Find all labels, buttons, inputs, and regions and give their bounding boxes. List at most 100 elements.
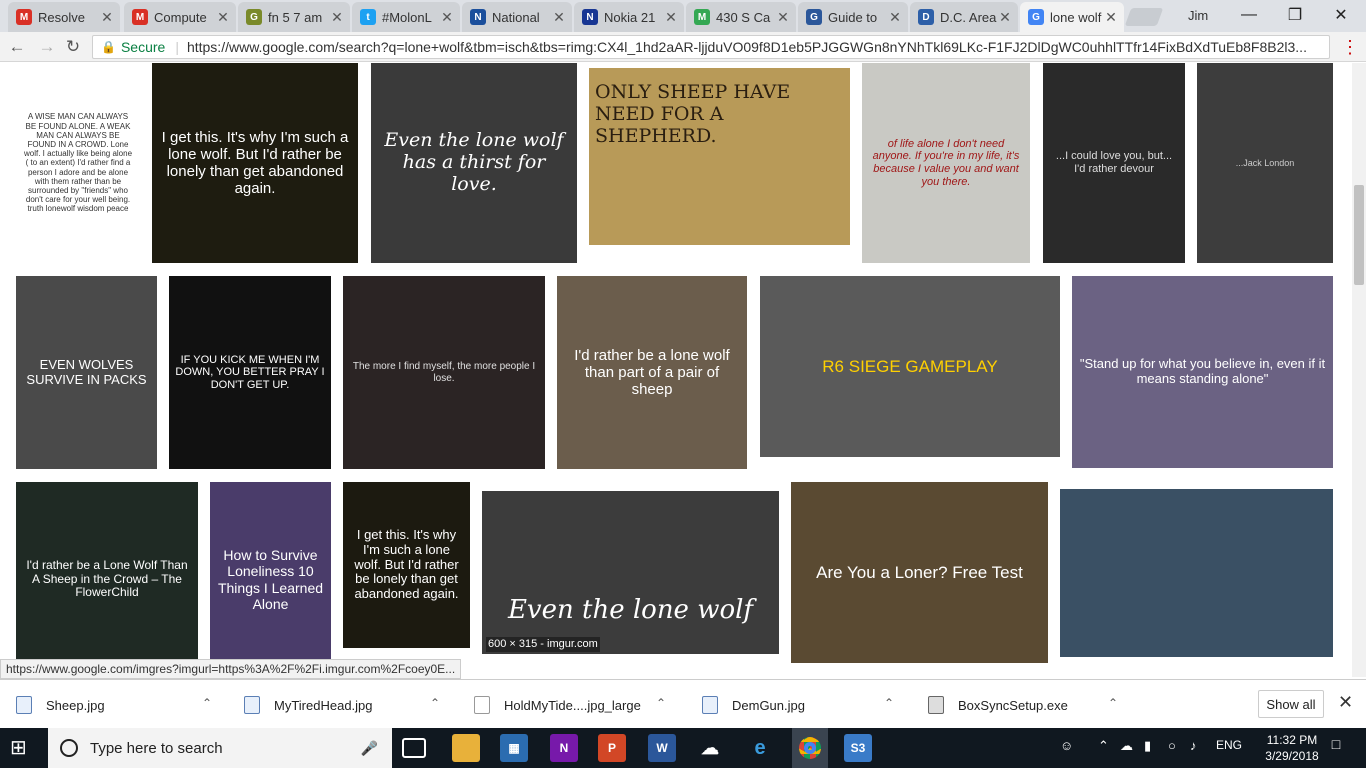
restore-icon[interactable]: ❐ <box>1272 0 1318 30</box>
image-result[interactable]: I'd rather be a Lone Wolf Than A Sheep i… <box>16 482 198 677</box>
image-result[interactable]: I'd rather be a lone wolf than part of a… <box>557 276 747 469</box>
chrome-taskbar-icon[interactable] <box>792 728 828 768</box>
onenote-icon[interactable]: N <box>550 734 578 762</box>
reload-icon[interactable]: ↻ <box>62 36 84 58</box>
new-tab-button[interactable] <box>1124 8 1164 26</box>
browser-tab[interactable]: G Guide to ✕ <box>798 2 908 32</box>
image-result[interactable]: How to Survive Loneliness 10 Things I Le… <box>210 482 331 677</box>
volume-icon[interactable]: ♪ <box>1190 738 1197 753</box>
language-indicator[interactable]: ENG <box>1216 738 1242 752</box>
close-tab-icon[interactable]: ✕ <box>216 9 230 26</box>
browser-tab[interactable]: M Compute ✕ <box>124 2 236 32</box>
chrome-menu-icon[interactable]: ⋮ <box>1340 36 1360 58</box>
chevron-up-icon[interactable]: ⌃ <box>202 696 212 710</box>
image-result[interactable]: "Stand up for what you believe in, even … <box>1072 276 1333 468</box>
close-tab-icon[interactable]: ✕ <box>888 9 902 26</box>
image-result[interactable]: ...Jack London <box>1197 63 1333 263</box>
url-text[interactable]: https://www.google.com/search?q=lone+wol… <box>187 39 1329 55</box>
tab-title: National <box>492 9 540 25</box>
image-result[interactable]: A WISE MAN CAN ALWAYS BE FOUND ALONE. A … <box>16 63 140 263</box>
close-tab-icon[interactable]: ✕ <box>664 9 678 26</box>
browser-tab[interactable]: D D.C. Area ✕ <box>910 2 1018 32</box>
download-item-holdmytide[interactable]: HoldMyTide....jpg_large ⌃ <box>474 690 674 720</box>
wifi-icon[interactable]: ○ <box>1168 738 1176 753</box>
onedrive-tray-icon[interactable]: ☁ <box>1120 738 1133 754</box>
close-tab-icon[interactable]: ✕ <box>776 9 790 26</box>
close-tab-icon[interactable]: ✕ <box>330 9 344 26</box>
browser-tab[interactable]: N National ✕ <box>462 2 572 32</box>
microphone-icon[interactable]: 🎤 <box>361 740 378 757</box>
image-result[interactable]: I get this. It's why I'm such a lone wol… <box>152 63 358 263</box>
image-result[interactable]: The more I find myself, the more people … <box>343 276 545 469</box>
image-caption: "Stand up for what you believe in, even … <box>1079 356 1326 386</box>
image-result[interactable]: EVEN WOLVES SURVIVE IN PACKS <box>16 276 157 469</box>
close-tab-icon[interactable]: ✕ <box>440 9 454 26</box>
image-result[interactable]: Even the lone wolf 600 × 315 - imgur.com <box>482 491 779 654</box>
image-result[interactable]: R6 SIEGE GAMEPLAY <box>760 276 1060 457</box>
task-view-icon[interactable] <box>402 738 426 758</box>
image-caption: ...I could love you, but... I'd rather d… <box>1055 150 1173 175</box>
image-file-icon <box>16 696 32 714</box>
download-item-boxsync[interactable]: BoxSyncSetup.exe ⌃ <box>928 690 1128 720</box>
browser-tab[interactable]: N Nokia 21 ✕ <box>574 2 684 32</box>
notifications-icon[interactable]: □ <box>1324 736 1348 760</box>
image-caption: The more I find myself, the more people … <box>352 361 536 384</box>
download-item-demgun[interactable]: DemGun.jpg ⌃ <box>702 690 902 720</box>
forward-icon[interactable]: → <box>36 36 58 58</box>
close-tab-icon[interactable]: ✕ <box>552 9 566 26</box>
image-result[interactable]: IF YOU KICK ME WHEN I'M DOWN, YOU BETTER… <box>169 276 331 469</box>
powerpoint-icon[interactable]: P <box>598 734 626 762</box>
taskbar-search[interactable]: Type here to search 🎤 <box>48 728 392 768</box>
tab-title: Compute <box>154 9 207 25</box>
chevron-up-tray-icon[interactable]: ⌃ <box>1098 738 1109 754</box>
browser-tab[interactable]: t #MolonL ✕ <box>352 2 460 32</box>
image-result[interactable]: ...I could love you, but... I'd rather d… <box>1043 63 1185 263</box>
onedrive-icon[interactable]: ☁ <box>696 734 724 762</box>
image-result[interactable]: of life alone I don't need anyone. If yo… <box>862 63 1030 263</box>
battery-icon[interactable]: ▮ <box>1144 738 1151 754</box>
page-scrollbar[interactable] <box>1352 63 1366 677</box>
chevron-up-icon[interactable]: ⌃ <box>884 696 894 710</box>
browser-tab[interactable]: Gfn 5 7 am ✕ <box>238 2 350 32</box>
people-icon[interactable]: ☺ <box>1060 738 1073 753</box>
browser-toolbar: ← → ↻ 🔒 Secure | https://www.google.com/… <box>0 32 1366 62</box>
word-icon[interactable]: W <box>648 734 676 762</box>
windows-start-icon[interactable]: ⊞ <box>10 738 32 758</box>
back-icon[interactable]: ← <box>6 36 28 58</box>
chevron-up-icon[interactable]: ⌃ <box>430 696 440 710</box>
system-clock[interactable]: 11:32 PM 3/29/2018 <box>1262 732 1322 764</box>
store-icon[interactable]: ▦ <box>500 734 528 762</box>
image-file-icon <box>244 696 260 714</box>
close-downloads-bar-icon[interactable]: ✕ <box>1338 692 1353 713</box>
image-result[interactable]: I get this. It's why I'm such a lone wol… <box>343 482 470 648</box>
download-item-sheep[interactable]: Sheep.jpg ⌃ <box>16 690 216 720</box>
scrollbar-thumb[interactable] <box>1354 185 1364 285</box>
image-result[interactable]: Are You a Loner? Free Test <box>791 482 1048 663</box>
tab-title: 430 S Ca <box>716 9 771 25</box>
browser-tab[interactable]: M 430 S Ca ✕ <box>686 2 796 32</box>
clock-time: 11:32 PM <box>1266 733 1318 747</box>
edge-icon[interactable]: e <box>746 734 774 762</box>
minimize-icon[interactable]: — <box>1226 0 1272 30</box>
close-tab-icon[interactable]: ✕ <box>998 9 1012 26</box>
image-caption: Are You a Loner? Free Test <box>816 562 1023 582</box>
download-filename: MyTiredHead.jpg <box>274 697 373 713</box>
address-bar[interactable]: 🔒 Secure | https://www.google.com/search… <box>92 35 1330 59</box>
close-tab-icon[interactable]: ✕ <box>100 9 114 26</box>
download-item-mytiredhead[interactable]: MyTiredHead.jpg ⌃ <box>244 690 444 720</box>
profile-name[interactable]: Jim <box>1188 8 1228 23</box>
image-result[interactable] <box>1060 489 1333 657</box>
show-all-downloads-button[interactable]: Show all <box>1258 690 1324 718</box>
chevron-up-icon[interactable]: ⌃ <box>1108 696 1118 710</box>
close-window-icon[interactable]: ✕ <box>1318 0 1364 30</box>
windows-taskbar: ⊞ Type here to search 🎤 ▦ N P W ☁ e S3 ☺… <box>0 728 1366 768</box>
chevron-up-icon[interactable]: ⌃ <box>656 696 666 710</box>
image-result[interactable]: ONLY SHEEP HAVE NEED FOR A SHEPHERD. <box>589 68 850 245</box>
browser-tab[interactable]: Glone wolf ✕ <box>1020 2 1124 32</box>
image-result[interactable]: Even the lone wolf has a thirst for love… <box>371 63 577 263</box>
browser-tab[interactable]: M Resolve ✕ <box>8 2 120 32</box>
close-tab-icon[interactable]: ✕ <box>1104 9 1118 26</box>
file-explorer-icon[interactable] <box>452 734 480 762</box>
gun-icon: G <box>246 9 262 25</box>
s3-app-icon[interactable]: S3 <box>844 734 872 762</box>
